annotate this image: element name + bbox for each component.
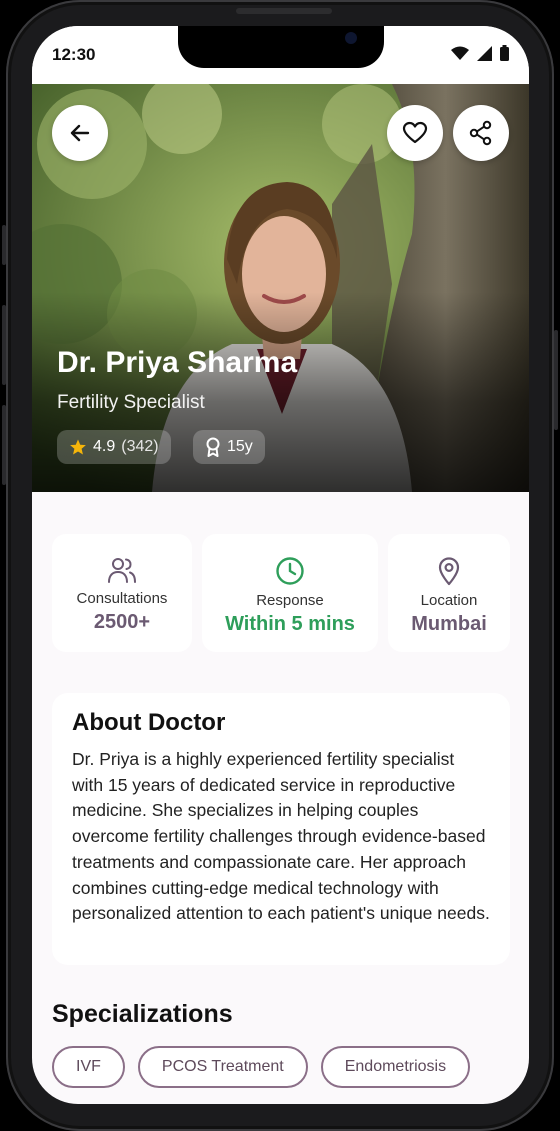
share-button[interactable]	[453, 105, 509, 161]
stat-label: Consultations	[76, 590, 168, 607]
stat-location: Location Mumbai	[388, 534, 510, 652]
wifi-icon	[451, 46, 469, 60]
specialization-tag[interactable]: PCOS Treatment	[137, 1046, 308, 1088]
rating-value: 4.9	[93, 438, 116, 455]
volume-up-button	[2, 305, 6, 385]
specializations-title: Specializations	[52, 1000, 233, 1028]
back-button[interactable]	[52, 105, 108, 161]
experience-value: 15y	[227, 438, 253, 455]
doctor-specialty: Fertility Specialist	[57, 392, 205, 413]
about-card: About Doctor Dr. Priya is a highly exper…	[52, 693, 510, 965]
users-icon	[108, 558, 136, 583]
favorite-button[interactable]	[387, 105, 443, 161]
review-count: (342)	[121, 438, 159, 455]
arrow-left-icon	[70, 124, 90, 142]
stat-label: Location	[420, 592, 478, 609]
award-icon	[206, 437, 220, 457]
specialization-tag[interactable]: IVF	[52, 1046, 125, 1088]
stat-label: Response	[256, 592, 324, 609]
about-text: Dr. Priya is a highly experienced fertil…	[72, 749, 490, 924]
clock-icon	[276, 557, 304, 585]
location-pin-icon	[438, 557, 460, 586]
stat-response: Response Within 5 mins	[202, 534, 378, 652]
stat-value: Within 5 mins	[225, 613, 355, 635]
experience-badge: 15y	[193, 430, 265, 464]
speaker-grille	[236, 8, 332, 14]
stat-value: Mumbai	[411, 613, 487, 635]
stat-consultations: Consultations 2500+	[52, 534, 192, 652]
share-icon	[469, 120, 492, 146]
specialization-tags: IVF PCOS Treatment Endometriosis	[52, 1046, 471, 1088]
camera-notch	[178, 26, 384, 68]
doctor-hero: Dr. Priya Sharma Fertility Specialist 4.…	[32, 84, 529, 492]
status-time: 12:30	[52, 45, 96, 64]
power-button	[554, 330, 558, 430]
mute-switch	[2, 225, 6, 265]
status-icons	[451, 45, 509, 61]
rating-badge: 4.9 (342)	[57, 430, 171, 464]
cellular-signal-icon	[477, 45, 492, 61]
stats-row: Consultations 2500+ Response Within 5 mi…	[52, 534, 510, 652]
star-icon	[70, 439, 86, 455]
doctor-name: Dr. Priya Sharma	[57, 346, 298, 379]
about-title: About Doctor	[72, 709, 226, 736]
heart-icon	[402, 121, 428, 144]
stat-value: 2500+	[93, 611, 151, 633]
volume-down-button	[2, 405, 6, 485]
front-camera	[345, 32, 357, 44]
battery-icon	[500, 45, 509, 61]
app-screen: 12:30 Dr. Priya Sharma Fertility Special…	[32, 26, 529, 1104]
specialization-tag[interactable]: Endometriosis	[320, 1046, 471, 1088]
